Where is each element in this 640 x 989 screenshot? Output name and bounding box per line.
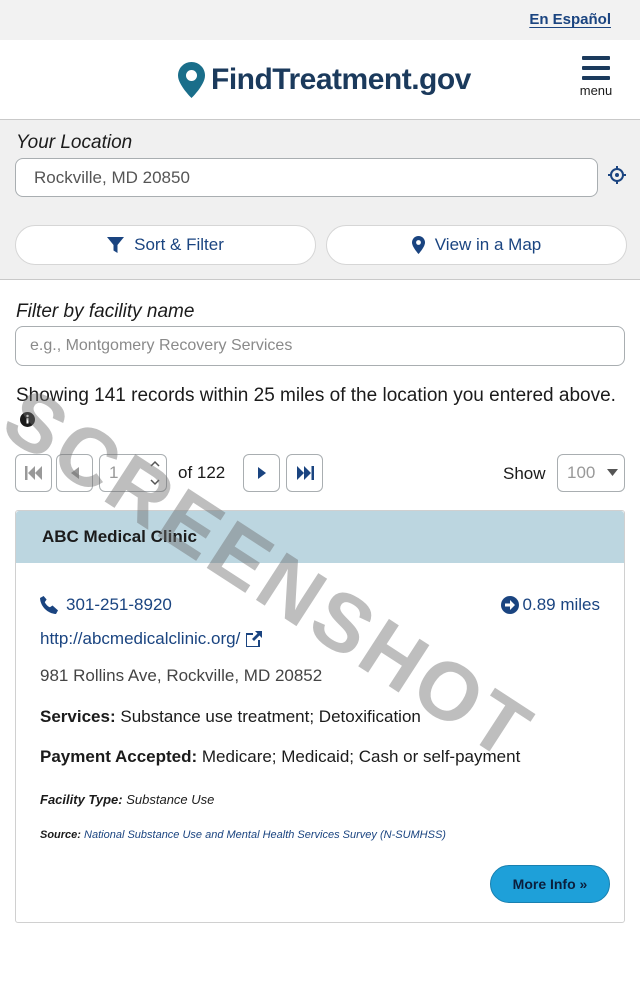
- results-summary-text: Showing 141 records within 25 miles of t…: [16, 385, 616, 406]
- facility-type-label: Facility Type:: [40, 792, 123, 807]
- page-size-select[interactable]: 100: [557, 454, 625, 492]
- caret-left-icon: [70, 467, 79, 479]
- view-map-label: View in a Map: [434, 235, 542, 254]
- arrow-circle-right-icon: [500, 596, 519, 614]
- info-icon[interactable]: [20, 412, 35, 428]
- show-label: Show: [503, 464, 546, 483]
- more-info-button[interactable]: More Info »: [490, 865, 610, 903]
- website-link[interactable]: http://abcmedicalclinic.org/: [40, 629, 263, 649]
- last-page-button[interactable]: [286, 454, 323, 492]
- caret-right-icon: [257, 467, 266, 479]
- facility-type-value: Substance Use: [126, 792, 215, 807]
- payment-line: Payment Accepted: Medicare; Medicaid; Ca…: [40, 747, 520, 767]
- page-number-value: 1: [109, 463, 119, 482]
- sort-filter-label: Sort & Filter: [134, 235, 224, 254]
- hamburger-icon: [578, 56, 614, 80]
- stepper-icon[interactable]: [150, 460, 160, 486]
- top-bar: En Español: [0, 0, 640, 40]
- results-summary: Showing 141 records within 25 miles of t…: [16, 384, 616, 432]
- location-input[interactable]: [15, 158, 598, 197]
- location-section: Your Location Sort & Filter View in a Ma…: [0, 120, 640, 280]
- filter-label: Filter by facility name: [16, 301, 195, 322]
- first-page-button[interactable]: [15, 454, 52, 492]
- facility-address: 981 Rollins Ave, Rockville, MD 20852: [40, 666, 323, 685]
- previous-page-button[interactable]: [56, 454, 93, 492]
- skip-first-icon: [24, 466, 42, 480]
- payment-label: Payment Accepted:: [40, 747, 198, 766]
- map-pin-icon: [178, 62, 205, 98]
- menu-label: menu: [579, 83, 613, 98]
- chevron-down-icon: [607, 469, 618, 476]
- view-map-button[interactable]: View in a Map: [326, 225, 627, 265]
- payment-value: Medicare; Medicaid; Cash or self-payment: [201, 747, 521, 766]
- pagination: 1 of 122 Show 100: [15, 454, 625, 492]
- services-value: Substance use treatment; Detoxification: [120, 707, 421, 726]
- phone-icon: [40, 596, 58, 614]
- distance-link[interactable]: 0.89 miles: [500, 595, 600, 615]
- crosshair-icon[interactable]: [608, 166, 626, 184]
- brand-name: FindTreatment.gov: [211, 63, 471, 96]
- sort-filter-button[interactable]: Sort & Filter: [15, 225, 316, 265]
- map-marker-icon: [411, 236, 425, 254]
- distance-value: 0.89 miles: [522, 595, 600, 614]
- facility-details: 301-251-8920 0.89 miles http://abcmedica…: [16, 563, 624, 923]
- site-header: FindTreatment.gov menu: [0, 40, 640, 120]
- facility-name-filter-input[interactable]: [15, 326, 625, 366]
- funnel-icon: [107, 236, 125, 253]
- source-label: Source:: [40, 829, 81, 841]
- site-logo[interactable]: FindTreatment.gov: [178, 62, 471, 98]
- services-line: Services: Substance use treatment; Detox…: [40, 707, 421, 727]
- phone-link[interactable]: 301-251-8920: [40, 595, 172, 615]
- language-link[interactable]: En Español: [529, 11, 611, 28]
- page-total: of 122: [178, 463, 226, 482]
- services-label: Services:: [40, 707, 116, 726]
- facility-type-line: Facility Type: Substance Use: [40, 792, 214, 807]
- source-line: Source: National Substance Use and Menta…: [40, 829, 446, 841]
- page-size-value: 100: [567, 463, 596, 482]
- next-page-button[interactable]: [243, 454, 280, 492]
- page-number-input[interactable]: 1: [99, 454, 167, 492]
- phone-number: 301-251-8920: [66, 595, 172, 614]
- skip-last-icon: [296, 466, 314, 480]
- external-link-icon: [246, 631, 263, 647]
- facility-name: ABC Medical Clinic: [16, 511, 624, 563]
- facility-card: ABC Medical Clinic 301-251-8920 0.89 mil…: [15, 510, 625, 923]
- menu-button[interactable]: menu: [578, 56, 614, 98]
- source-link[interactable]: National Substance Use and Mental Health…: [84, 829, 446, 841]
- location-label: Your Location: [16, 132, 133, 153]
- website-url: http://abcmedicalclinic.org/: [40, 629, 241, 648]
